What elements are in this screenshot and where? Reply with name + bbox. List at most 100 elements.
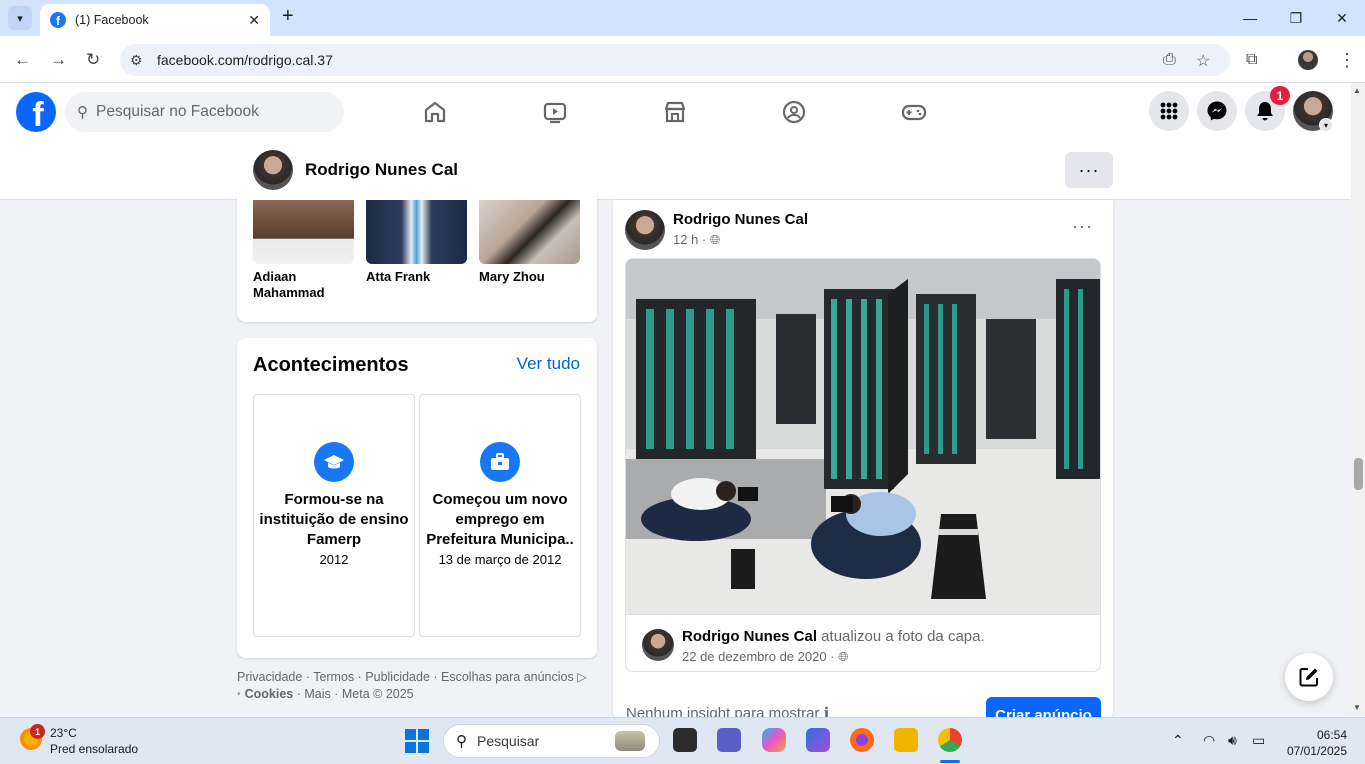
tab-close-icon[interactable]: ✕ (248, 12, 260, 29)
new-message-button[interactable] (1285, 653, 1333, 701)
notification-badge: 1 (1270, 86, 1290, 105)
start-button[interactable] (405, 729, 429, 753)
weather-temperature[interactable]: 23°C (50, 726, 77, 740)
window-controls: — ❐ ✕ (1227, 0, 1365, 36)
file-explorer-icon[interactable] (894, 728, 918, 752)
post-options-button[interactable]: ··· (1072, 216, 1093, 237)
life-event-date: 2012 (319, 552, 349, 567)
firefox-icon[interactable] (850, 728, 874, 752)
page-scrollbar[interactable]: ▲ ▼ (1351, 83, 1365, 717)
caption-author-name[interactable]: Rodrigo Nunes Cal (682, 628, 817, 645)
facebook-search-input[interactable] (96, 103, 316, 121)
bell-icon (1257, 102, 1273, 121)
graduation-cap-icon (314, 442, 354, 482)
bookmark-star-icon[interactable]: ☆ (1196, 51, 1210, 71)
globe-icon: 🌐︎ (838, 649, 849, 664)
footer-line-2[interactable]: · Mais · Meta © 2025 (293, 687, 414, 701)
wifi-icon[interactable]: ◠ (1203, 732, 1215, 749)
friend-name[interactable]: Atta Frank (366, 269, 466, 285)
friend-name[interactable]: Mary Zhou (479, 269, 579, 285)
search-highlight-icon (615, 731, 645, 751)
restore-button[interactable]: ❐ (1273, 0, 1319, 36)
friend-photo[interactable] (366, 200, 467, 264)
install-app-icon[interactable]: ⎙ (1163, 51, 1176, 69)
friend-photo[interactable] (253, 200, 354, 264)
scrollbar-thumb[interactable] (1354, 458, 1363, 490)
url-text[interactable]: facebook.com/rodrigo.cal.37 (157, 52, 333, 68)
life-event-item[interactable]: Começou um novo emprego em Prefeitura Mu… (419, 394, 581, 637)
caption-author-avatar[interactable] (642, 629, 674, 661)
video-nav-icon[interactable] (538, 97, 572, 127)
browser-menu-icon[interactable]: ⋮ (1338, 50, 1356, 71)
scroll-down-icon[interactable]: ▼ (1353, 703, 1361, 712)
life-event-date: 13 de março de 2012 (438, 552, 562, 567)
extensions-icon[interactable]: ⧉ (1246, 51, 1257, 69)
minimize-button[interactable]: — (1227, 0, 1273, 36)
footer-line-1[interactable]: Privacidade · Termos · Publicidade · Esc… (237, 669, 602, 686)
teams-icon[interactable] (717, 728, 741, 752)
forward-button[interactable]: → (50, 50, 67, 70)
caption-date[interactable]: 22 de dezembro de 2020 · 🌐︎ (682, 649, 849, 665)
messenger-button[interactable] (1197, 91, 1237, 131)
profile-more-button[interactable]: ··· (1065, 152, 1113, 188)
back-button[interactable]: ← (14, 50, 31, 70)
post-caption-box: Rodrigo Nunes Cal atualizou a foto da ca… (625, 615, 1101, 672)
life-event-item[interactable]: Formou-se na instituição de ensino Famer… (253, 394, 415, 637)
close-window-button[interactable]: ✕ (1319, 0, 1365, 36)
footer-links: Privacidade · Termos · Publicidade · Esc… (237, 669, 602, 702)
search-icon: ⚲ (456, 733, 467, 750)
see-all-link[interactable]: Ver tudo (517, 354, 580, 374)
home-nav-icon[interactable] (418, 97, 452, 127)
profile-header-bar: Rodrigo Nunes Cal ··· (0, 141, 1351, 200)
windows-taskbar: 1 23°C Pred ensolarado ⚲ Pesquisar ⌃ ◠ 🔊… (0, 717, 1365, 764)
marketplace-nav-icon[interactable] (658, 97, 692, 127)
cookies-link[interactable]: · Cookies (237, 687, 293, 701)
taskbar-search[interactable]: ⚲ Pesquisar (443, 724, 660, 758)
friend-photo[interactable] (479, 200, 580, 264)
browser-profile-avatar[interactable] (1298, 50, 1318, 70)
gaming-nav-icon[interactable] (897, 97, 931, 127)
post-photo[interactable] (625, 258, 1101, 615)
browser-tab-bar: ▾ f (1) Facebook ✕ + — ❐ ✕ (0, 0, 1365, 36)
post-card: Rodrigo Nunes Cal 12 h · 🌐︎ ··· Rodrigo … (613, 200, 1113, 720)
caption-date-text: 22 de dezembro de 2020 · (682, 649, 839, 664)
facebook-logo-icon[interactable]: f (16, 92, 56, 132)
profile-avatar[interactable] (253, 150, 293, 190)
facebook-search[interactable]: ⚲ (65, 92, 344, 132)
groups-nav-icon[interactable] (777, 97, 811, 127)
taskbar-search-text: Pesquisar (477, 733, 540, 749)
chevron-down-icon[interactable]: ▾ (1319, 118, 1333, 132)
life-events-title: Acontecimentos (253, 354, 409, 376)
edge-icon[interactable] (806, 728, 830, 752)
friend-name[interactable]: Adiaan Mahammad (253, 269, 353, 301)
chrome-icon[interactable] (938, 728, 962, 752)
menu-grid-button[interactable] (1149, 91, 1189, 131)
system-clock[interactable]: 06:54 07/01/2025 (1287, 727, 1347, 759)
life-event-text: Começou um novo emprego em Prefeitura Mu… (426, 491, 574, 548)
caption-text: Rodrigo Nunes Cal atualizou a foto da ca… (682, 628, 985, 645)
server-room-photo (626, 259, 1100, 614)
compose-icon (1299, 668, 1318, 687)
site-info-icon[interactable]: ⚙ (130, 52, 143, 69)
battery-icon[interactable]: ▭ (1252, 732, 1265, 749)
weather-description[interactable]: Pred ensolarado (50, 742, 138, 756)
volume-icon[interactable]: 🔊︎ (1228, 732, 1237, 749)
tray-overflow-icon[interactable]: ⌃ (1172, 732, 1184, 749)
new-tab-button[interactable]: + (282, 5, 294, 28)
globe-icon: 🌐︎ (709, 232, 721, 247)
scroll-up-icon[interactable]: ▲ (1353, 86, 1361, 95)
tab-search-button[interactable]: ▾ (8, 6, 32, 30)
life-event-text: Formou-se na instituição de ensino Famer… (259, 491, 409, 548)
browser-tab[interactable]: f (1) Facebook ✕ (40, 4, 270, 36)
post-timestamp[interactable]: 12 h · 🌐︎ (673, 232, 720, 248)
briefcase-icon (480, 442, 520, 482)
active-app-indicator (940, 760, 960, 763)
profile-name[interactable]: Rodrigo Nunes Cal (305, 160, 458, 180)
post-author-name[interactable]: Rodrigo Nunes Cal (673, 211, 808, 228)
task-view-icon[interactable] (673, 728, 697, 752)
post-time-text: 12 h · (673, 232, 710, 247)
post-author-avatar[interactable] (625, 210, 665, 250)
copilot-icon[interactable] (762, 728, 786, 752)
grid-icon (1160, 102, 1178, 120)
reload-button[interactable]: ↻ (86, 50, 100, 70)
